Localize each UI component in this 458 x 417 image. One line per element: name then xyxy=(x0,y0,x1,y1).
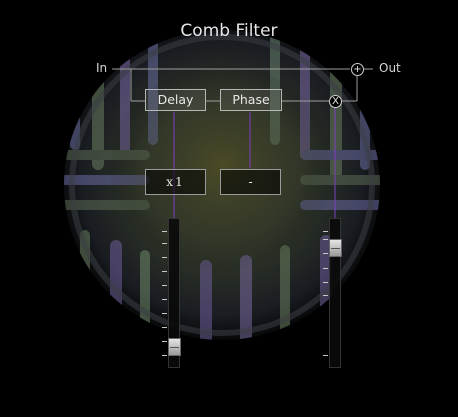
slider-tick xyxy=(162,231,167,232)
slider-tick xyxy=(323,355,328,356)
feedback-slider-handle[interactable] xyxy=(329,238,342,257)
output-label: Out xyxy=(379,61,401,75)
slider-tick xyxy=(323,282,328,283)
multiply-icon: X xyxy=(329,95,342,108)
slider-tick xyxy=(162,257,167,258)
feedback-slider[interactable] xyxy=(329,218,342,368)
phase-block[interactable]: Phase xyxy=(220,89,282,111)
page-title: Comb Filter xyxy=(180,21,278,41)
slider-tick xyxy=(323,239,328,240)
slider-tick xyxy=(162,327,167,328)
comb-filter-panel: Comb Filter In Out Delay Phase + X x1 - xyxy=(0,0,458,417)
slider-tick xyxy=(162,299,167,300)
slider-tick xyxy=(162,285,167,286)
delay-multiplier-field[interactable]: x1 xyxy=(145,169,206,195)
slider-tick xyxy=(162,355,167,356)
delay-slider[interactable] xyxy=(168,218,181,368)
delay-slider-handle[interactable] xyxy=(168,337,181,356)
slider-tick xyxy=(323,295,328,296)
slider-tick xyxy=(162,341,167,342)
slider-tick xyxy=(162,313,167,314)
slider-tick xyxy=(162,243,167,244)
sum-icon: + xyxy=(351,63,364,76)
phase-value-field[interactable]: - xyxy=(220,169,281,195)
delay-block[interactable]: Delay xyxy=(145,89,206,111)
slider-tick xyxy=(323,253,328,254)
input-label: In xyxy=(96,61,108,75)
slider-tick xyxy=(323,268,328,269)
slider-tick xyxy=(162,271,167,272)
slider-tick xyxy=(323,231,328,232)
